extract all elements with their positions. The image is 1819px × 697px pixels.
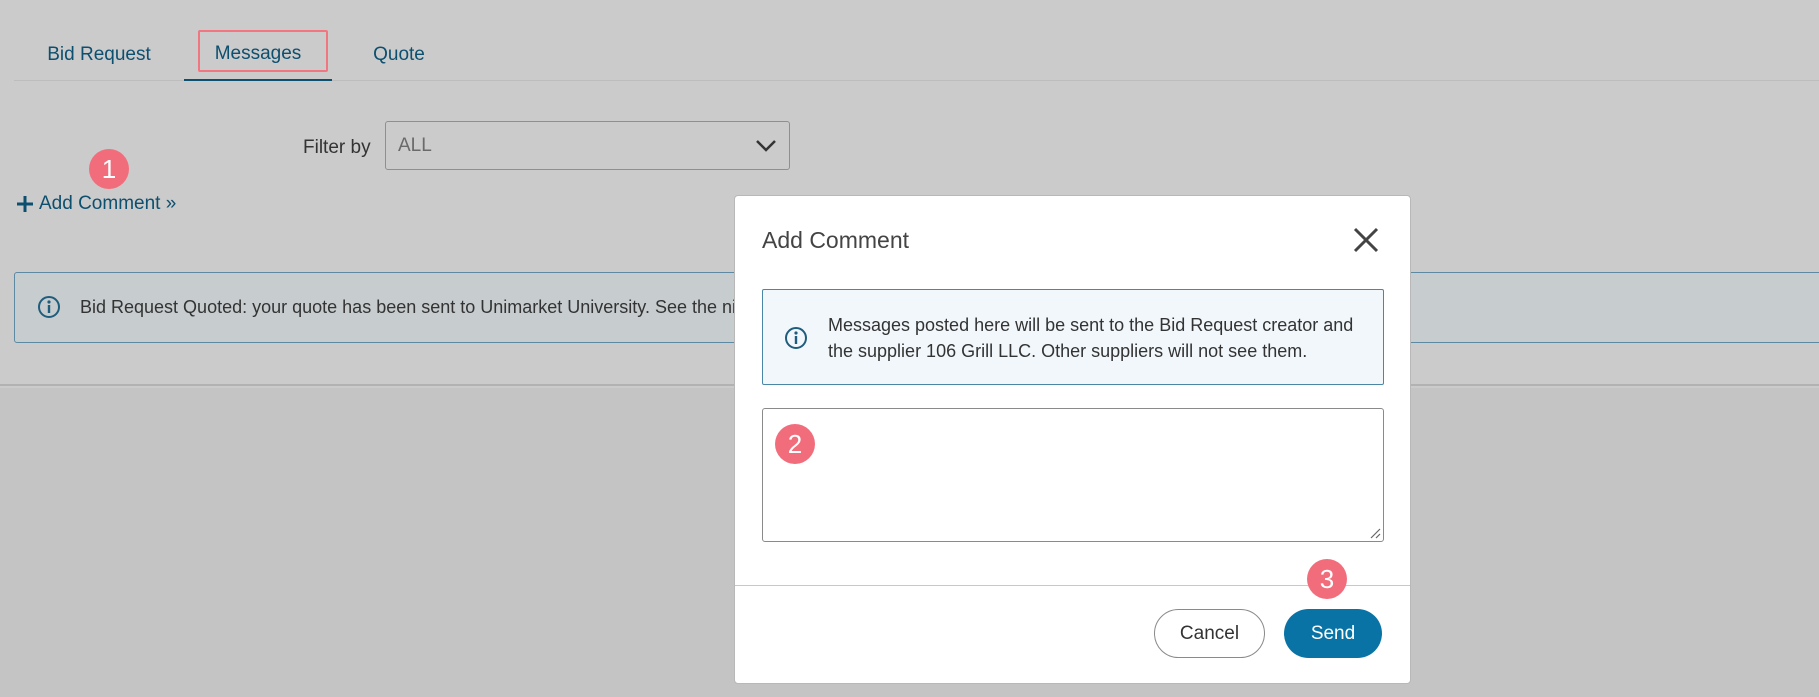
resize-grip-icon[interactable] [1369, 527, 1381, 539]
cancel-button[interactable]: Cancel [1154, 609, 1265, 658]
step-badge-3: 3 [1307, 559, 1347, 599]
tab-messages[interactable]: Messages [184, 28, 332, 81]
tab-bar: Bid Request Messages Quote [14, 28, 1819, 81]
modal-title: Add Comment [762, 227, 910, 253]
info-icon [785, 327, 807, 349]
step-badge-1: 1 [89, 149, 129, 189]
info-icon [38, 296, 60, 318]
step-badge-2: 2 [775, 424, 815, 464]
tab-messages-highlight [198, 30, 328, 72]
tab-quote[interactable]: Quote [344, 28, 454, 81]
tab-bid-request-label: Bid Request [47, 43, 151, 65]
add-comment-modal: Add Comment Messages posted here will be… [734, 195, 1411, 684]
filter-select-value: ALL [398, 134, 432, 156]
plus-icon [17, 196, 33, 212]
add-comment-label: Add Comment » [39, 193, 177, 214]
filter-select[interactable]: ALL [385, 121, 790, 170]
chevron-down-icon [756, 140, 776, 152]
modal-info-text: Messages posted here will be sent to the… [828, 315, 1354, 361]
tab-bid-request[interactable]: Bid Request [14, 28, 184, 81]
filter-label: Filter by [303, 137, 371, 158]
modal-info-box: Messages posted here will be sent to the… [762, 289, 1384, 385]
close-icon[interactable] [1351, 225, 1381, 255]
add-comment-link[interactable]: Add Comment » [17, 193, 176, 215]
send-button[interactable]: Send [1284, 609, 1382, 658]
tab-quote-label: Quote [373, 43, 425, 65]
comment-textarea[interactable] [762, 408, 1384, 542]
